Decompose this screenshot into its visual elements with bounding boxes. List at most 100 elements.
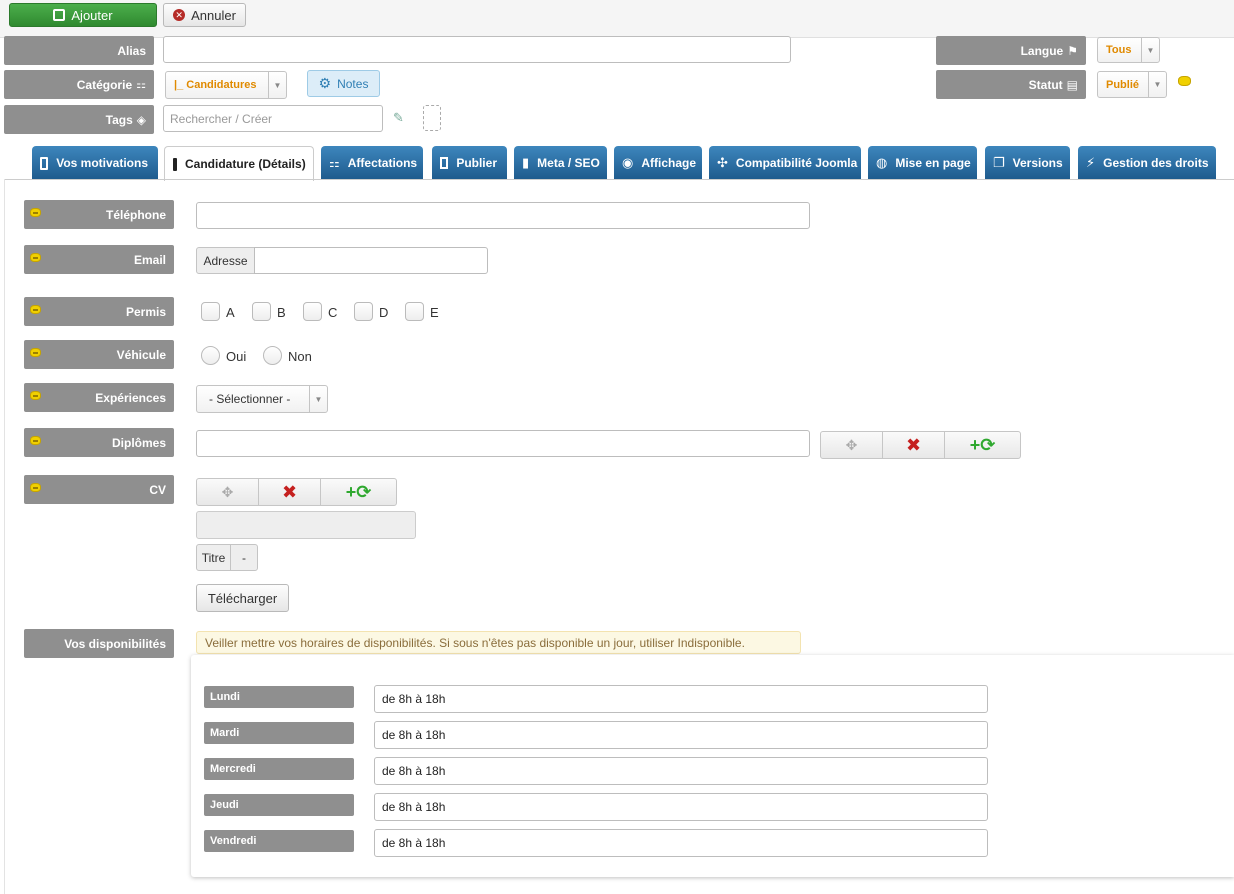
cv-label: CV [24,475,174,504]
tab-gestion-des-droits[interactable]: ⚡ Gestion des droits [1078,146,1216,180]
edit-icon [53,9,66,21]
bookmark-icon: ▮ [522,155,530,170]
license-e-checkbox[interactable] [405,302,424,321]
upload-button[interactable]: Télécharger [196,584,289,612]
day-label-mardi: Mardi [204,722,354,744]
license-d-label: D [379,305,389,320]
cv-title-prefix: Titre [196,544,231,571]
tab-affectations[interactable]: ⚏ Affectations [321,146,423,180]
cancel-icon: ✕ [173,9,186,21]
document-icon [40,156,49,170]
cancel-button-label: Annuler [191,7,236,23]
content-border [4,179,5,894]
category-label: Catégorie ⚏ [4,70,154,99]
cv-toolbar: ✥ ✖ +⟳ [196,478,397,506]
tab-affichage[interactable]: ◉ Affichage [614,146,702,180]
cv-title-value: - [230,544,258,571]
joomla-icon: ✣ [717,155,728,170]
day-input-jeudi[interactable]: de 8h à 18h [374,793,988,821]
comment-icon [30,208,41,217]
chevron-down-icon: ▼ [268,72,286,98]
day-label-mercredi: Mercredi [204,758,354,780]
language-label: Langue ⚑ [936,36,1086,65]
newspaper-icon [440,157,449,169]
phone-input[interactable] [196,202,810,229]
tab-meta-seo[interactable]: ▮ Meta / SEO [514,146,607,180]
tab-divider [4,179,1234,180]
move-icon[interactable]: ✥ [821,432,883,458]
sitemap-icon: ⚏ [329,156,340,170]
tags-label: Tags ◈ [4,105,154,134]
phone-label: Téléphone [24,200,174,229]
add-icon[interactable]: +⟳ [321,479,396,505]
vehicle-yes-label: Oui [226,349,247,364]
plug-icon: ⚡ [1086,155,1096,170]
tab-candidature-details[interactable]: Candidature (Détails) [164,146,314,181]
tab-vos-motivations[interactable]: Vos motivations [32,146,158,180]
license-b-checkbox[interactable] [252,302,271,321]
delete-icon[interactable]: ✖ [883,432,945,458]
add-icon[interactable]: +⟳ [945,432,1020,458]
availability-label: Vos disponibilités [24,629,174,658]
alias-input[interactable] [163,36,791,63]
tab-compatibilite-joomla[interactable]: ✣ Compatibilité Joomla [709,146,861,180]
comment-icon [30,483,41,492]
license-e-label: E [430,305,439,320]
category-select[interactable]: |_ Candidatures ▼ [165,71,287,99]
experience-select[interactable]: - Sélectionner - ▼ [196,385,328,413]
tags-input[interactable]: Rechercher / Créer [163,105,383,132]
move-icon[interactable]: ✥ [197,479,259,505]
vehicle-yes-radio[interactable] [201,346,220,365]
license-b-label: B [277,305,286,320]
palette-icon: ◍ [876,155,888,170]
day-label-lundi: Lundi [204,686,354,708]
status-select[interactable]: Publié ▼ [1097,71,1167,98]
experience-label: Expériences [24,383,174,412]
availability-notice: Veiller mettre vos horaires de disponibi… [196,631,801,654]
email-input[interactable] [254,247,488,274]
license-label: Permis [24,297,174,326]
tab-versions[interactable]: ❐ Versions [985,146,1070,180]
license-c-checkbox[interactable] [303,302,322,321]
license-a-label: A [226,305,235,320]
tab-mise-en-page[interactable]: ◍ Mise en page [868,146,977,180]
language-select[interactable]: Tous ▼ [1097,37,1160,63]
eye-icon: ◉ [622,155,634,170]
diploma-input[interactable] [196,430,810,457]
toolbar: Ajouter ✕ Annuler [0,0,1234,38]
sitemap-icon: ⚏ [136,79,146,91]
day-input-vendredi[interactable]: de 8h à 18h [374,829,988,857]
document-icon: ▤ [1066,77,1078,92]
cancel-button[interactable]: ✕ Annuler [163,3,246,27]
status-label: Statut ▤ [936,70,1086,99]
add-button[interactable]: Ajouter [9,3,157,27]
comment-icon [30,391,41,400]
chevron-down-icon: ▼ [1141,38,1159,62]
add-button-label: Ajouter [71,7,113,23]
copy-icon: ❐ [993,155,1005,170]
day-label-jeudi: Jeudi [204,794,354,816]
comment-icon [30,348,41,357]
day-input-mardi[interactable]: de 8h à 18h [374,721,988,749]
checklist-icon [173,157,177,171]
comment-icon [1178,76,1191,86]
tag-icon: ◈ [136,112,146,127]
day-input-mercredi[interactable]: de 8h à 18h [374,757,988,785]
add-tag-icon[interactable]: ✎ [393,110,409,126]
diploma-label: Diplômes [24,428,174,457]
delete-icon[interactable]: ✖ [259,479,321,505]
license-c-label: C [328,305,338,320]
email-label: Email [24,245,174,274]
comment-icon [30,436,41,445]
tag-placeholder-box [423,105,441,131]
tab-publier[interactable]: Publier [432,146,507,180]
notes-button[interactable]: ⚙ Notes [307,70,380,97]
cv-file-field[interactable] [196,511,416,539]
day-input-lundi[interactable]: de 8h à 18h [374,685,988,713]
license-d-checkbox[interactable] [354,302,373,321]
comment-icon [30,305,41,314]
license-a-checkbox[interactable] [201,302,220,321]
vehicle-label: Véhicule [24,340,174,369]
vehicle-no-radio[interactable] [263,346,282,365]
comment-icon [30,253,41,262]
